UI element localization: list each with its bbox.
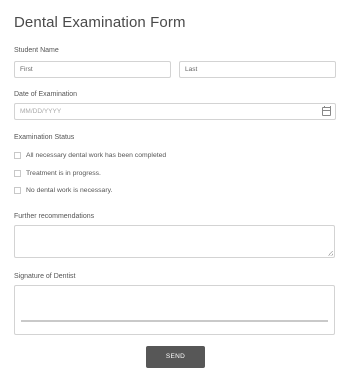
signature-line [21, 320, 328, 322]
student-name-label: Student Name [14, 47, 59, 54]
recommendations-textarea[interactable] [14, 225, 335, 258]
recommendations-label: Further recommendations [14, 213, 95, 220]
calendar-icon[interactable] [322, 106, 331, 116]
checkbox[interactable] [14, 169, 21, 177]
status-option-label: No dental work is necessary. [26, 186, 113, 194]
exam-date-input[interactable]: MM/DD/YYYY [14, 103, 336, 120]
status-option-label: Treatment is in progress. [26, 169, 101, 177]
send-button[interactable]: SEND [146, 346, 205, 368]
signature-pad[interactable] [14, 285, 335, 335]
resize-grip-icon[interactable] [328, 251, 333, 256]
form-title: Dental Examination Form [14, 14, 186, 31]
checkbox[interactable] [14, 151, 21, 159]
checkbox[interactable] [14, 186, 21, 194]
exam-date-label: Date of Examination [14, 91, 78, 98]
status-option-in-progress[interactable]: Treatment is in progress. [14, 168, 101, 178]
status-option-label: All necessary dental work has been compl… [26, 151, 167, 159]
status-option-completed[interactable]: All necessary dental work has been compl… [14, 150, 166, 160]
first-name-input[interactable]: First [14, 61, 171, 78]
exam-date-placeholder: MM/DD/YYYY [20, 108, 62, 115]
last-name-input[interactable]: Last [179, 61, 336, 78]
exam-status-label: Examination Status [14, 134, 75, 141]
signature-label: Signature of Dentist [14, 273, 76, 280]
status-option-none-needed[interactable]: No dental work is necessary. [14, 185, 112, 195]
